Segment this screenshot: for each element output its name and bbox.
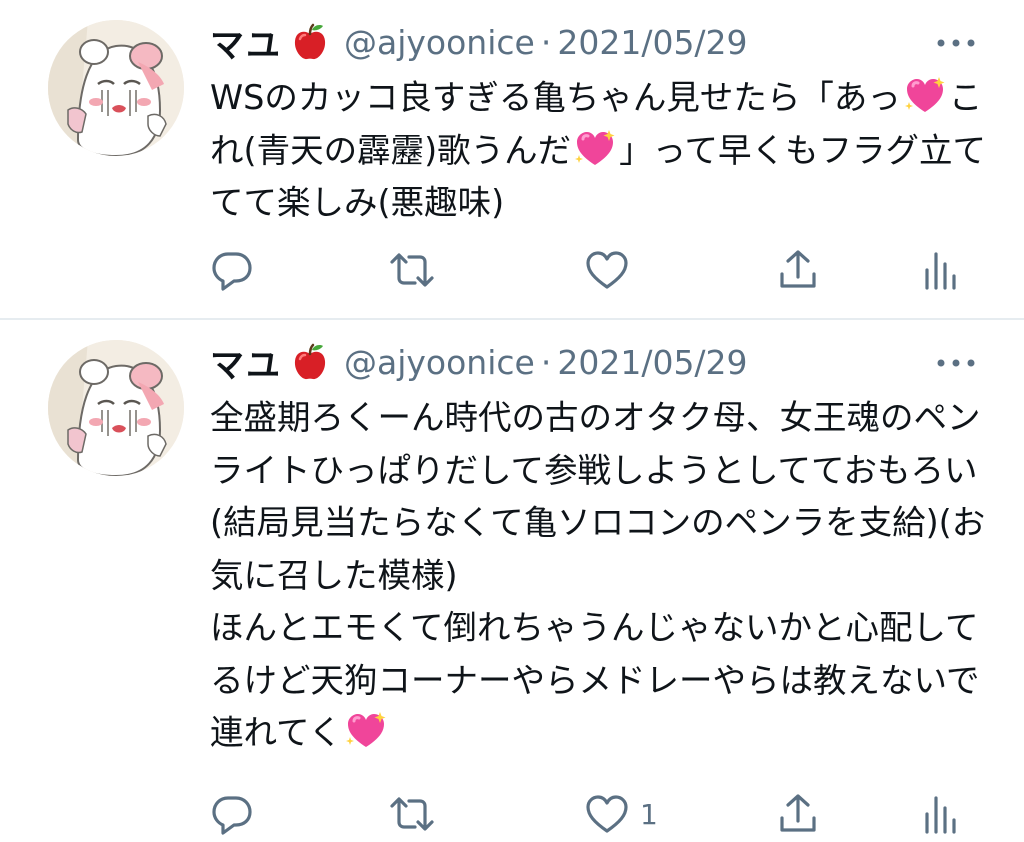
display-name[interactable]: マユ (210, 18, 282, 67)
like-count: 1 (640, 797, 658, 831)
analytics-button[interactable] (920, 786, 960, 842)
separator-dot: · (540, 22, 552, 62)
reply-icon (210, 248, 254, 292)
tweet[interactable]: マユ @ajyoonice · 2021/05/29 WSのカッコ良すぎる亀ちゃ… (0, 0, 1024, 318)
tweet-text: WSのカッコ良すぎる亀ちゃん見せたら「あっ これ(青天の霹靂)歌うんだ 」って早くも… (210, 72, 990, 230)
tweet-date[interactable]: 2021/05/29 (557, 343, 747, 382)
reply-icon (210, 792, 254, 836)
tweet-header: マユ @ajyoonice · 2021/05/29 (210, 338, 990, 386)
tweet-text: 全盛期ろくーん時代の古のオタク母、女王魂のペンライトひっぱりだして参戦しようとし… (210, 392, 990, 760)
like-button[interactable]: 1 (584, 786, 658, 842)
analytics-icon (920, 248, 960, 292)
tweet-actions (210, 242, 970, 298)
reply-button[interactable] (210, 786, 254, 842)
sparkling-heart-icon (903, 76, 947, 116)
separator-dot: · (540, 342, 552, 382)
red-apple-icon (292, 343, 328, 381)
red-apple-icon (292, 23, 328, 61)
user-handle[interactable]: @ajyoonice (344, 23, 535, 62)
avatar-image (48, 340, 184, 476)
user-handle[interactable]: @ajyoonice (344, 343, 535, 382)
retweet-button[interactable] (388, 786, 436, 842)
like-button[interactable] (584, 242, 640, 298)
share-button[interactable] (776, 786, 820, 842)
more-options-icon[interactable] (936, 38, 976, 48)
share-icon (776, 248, 820, 292)
sparkling-heart-icon (573, 129, 617, 169)
analytics-icon (920, 792, 960, 836)
more-options-icon[interactable] (936, 358, 976, 368)
reply-button[interactable] (210, 242, 254, 298)
avatar-image (48, 20, 184, 156)
display-name[interactable]: マユ (210, 338, 282, 387)
tweet[interactable]: マユ @ajyoonice · 2021/05/29 全盛期ろくーん時代の古のオ… (0, 320, 1024, 840)
share-icon (776, 792, 820, 836)
avatar[interactable] (48, 20, 184, 156)
tweet-actions: 1 (210, 786, 970, 842)
tweet-text-part: 全盛期ろくーん時代の古のオタク母、女王魂のペンライトひっぱりだして参戦しようとし… (210, 398, 986, 752)
like-icon (584, 249, 630, 291)
share-button[interactable] (776, 242, 820, 298)
tweet-header: マユ @ajyoonice · 2021/05/29 (210, 18, 990, 66)
like-icon (584, 793, 630, 835)
tweet-date[interactable]: 2021/05/29 (557, 23, 747, 62)
tweet-text-part: WSのカッコ良すぎる亀ちゃん見せたら「あっ (210, 78, 901, 117)
retweet-icon (388, 792, 436, 836)
retweet-icon (388, 248, 436, 292)
sparkling-heart-icon (344, 711, 388, 751)
avatar[interactable] (48, 340, 184, 476)
retweet-button[interactable] (388, 242, 436, 298)
analytics-button[interactable] (920, 242, 960, 298)
